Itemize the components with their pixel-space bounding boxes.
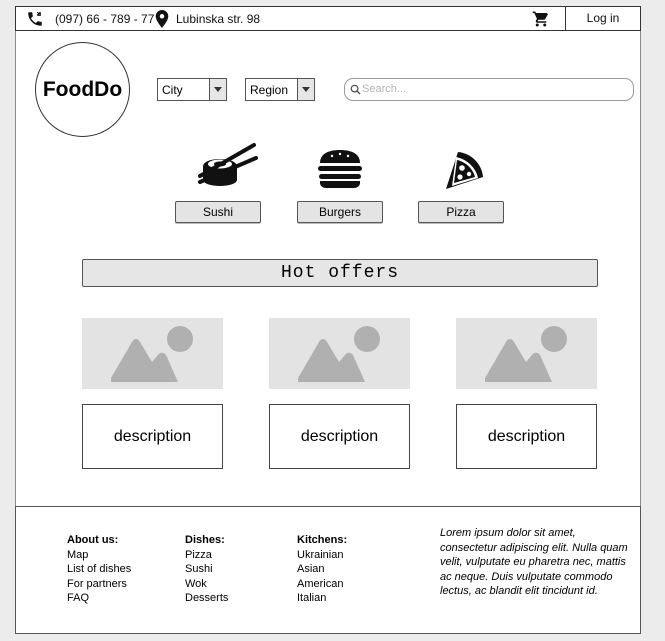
footer-dishes-column: Dishes: Pizza Sushi Wok Desserts: [185, 533, 228, 606]
image-placeholder-icon: [298, 326, 380, 382]
top-bar: (097) 66 - 789 - 77 Lubinska str. 98 Log…: [15, 6, 641, 31]
location-pin-icon: [155, 10, 169, 28]
hot-offers-heading: Hot offers: [82, 259, 598, 287]
offer-description[interactable]: description: [269, 404, 410, 469]
footer-link-wok[interactable]: Wok: [185, 577, 228, 592]
region-select-value: Region: [250, 83, 289, 97]
footer-link-italian[interactable]: Italian: [297, 591, 347, 606]
chevron-down-icon: [209, 79, 226, 100]
cart-icon[interactable]: [532, 10, 550, 28]
footer-link-desserts[interactable]: Desserts: [185, 591, 228, 606]
footer-heading: About us:: [67, 534, 119, 546]
offer-image[interactable]: [456, 318, 597, 389]
phone-icon: [28, 11, 42, 26]
logo[interactable]: FoodDo: [35, 42, 130, 137]
address: Lubinska str. 98: [176, 12, 261, 26]
pizza-icon: [446, 152, 483, 189]
footer: About us: Map List of dishes For partner…: [15, 506, 641, 634]
footer-heading: Kitchens:: [297, 534, 348, 546]
burger-icon: [318, 150, 362, 188]
sushi-icon: [198, 143, 258, 186]
footer-link-american[interactable]: American: [297, 577, 347, 592]
image-placeholder-icon: [111, 326, 193, 382]
footer-link-ukrainian[interactable]: Ukrainian: [297, 548, 347, 563]
footer-link-for-partners[interactable]: For partners: [67, 577, 131, 592]
chevron-down-icon: [297, 79, 314, 100]
offer-description[interactable]: description: [82, 404, 223, 469]
footer-kitchens-column: Kitchens: Ukrainian Asian American Itali…: [297, 533, 347, 606]
category-sushi-button[interactable]: Sushi: [175, 201, 261, 223]
image-placeholder-icon: [485, 326, 567, 382]
region-select[interactable]: Region: [245, 78, 315, 101]
city-select[interactable]: City: [157, 78, 227, 101]
login-button[interactable]: Log in: [565, 6, 641, 31]
offer-image[interactable]: [269, 318, 410, 389]
search-placeholder: Search...: [362, 83, 407, 95]
footer-heading: Dishes:: [185, 534, 225, 546]
footer-lorem-text: Lorem ipsum dolor sit amet, consectetur …: [440, 527, 628, 597]
footer-link-map[interactable]: Map: [67, 548, 131, 563]
category-pizza-button[interactable]: Pizza: [418, 201, 504, 223]
footer-about-column: About us: Map List of dishes For partner…: [67, 533, 131, 606]
footer-link-pizza[interactable]: Pizza: [185, 548, 228, 563]
footer-link-list-of-dishes[interactable]: List of dishes: [67, 562, 131, 577]
phone-number: (097) 66 - 789 - 77: [55, 12, 155, 26]
category-burgers-button[interactable]: Burgers: [297, 201, 383, 223]
offer-description[interactable]: description: [456, 404, 597, 469]
offer-image[interactable]: [82, 318, 223, 389]
footer-link-sushi[interactable]: Sushi: [185, 562, 228, 577]
footer-link-faq[interactable]: FAQ: [67, 591, 131, 606]
search-input[interactable]: Search...: [344, 78, 634, 101]
search-icon: [350, 84, 361, 95]
footer-link-asian[interactable]: Asian: [297, 562, 347, 577]
city-select-value: City: [162, 83, 183, 97]
